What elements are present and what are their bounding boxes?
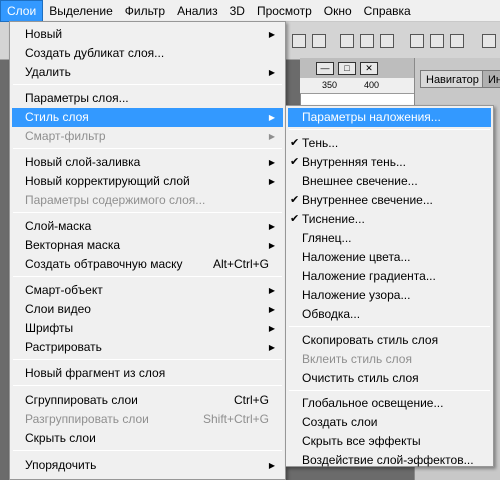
menu-item-delete[interactable]: Удалить ▶ bbox=[12, 63, 283, 82]
menu-item-arrange[interactable]: Упорядочить ▶ bbox=[12, 456, 283, 475]
menu-item-paste-layer-style[interactable]: Вклеить стиль слоя bbox=[288, 350, 491, 369]
menu-separator bbox=[289, 129, 490, 130]
distribute-right-icon[interactable] bbox=[450, 34, 464, 48]
align-top-icon[interactable] bbox=[292, 34, 306, 48]
submenu-arrow-icon: ▶ bbox=[268, 30, 275, 39]
submenu-arrow-icon: ▶ bbox=[268, 158, 275, 167]
menu-separator bbox=[13, 450, 282, 451]
submenu-arrow-icon: ▶ bbox=[268, 324, 275, 333]
ruler-mark: 350 bbox=[322, 80, 338, 90]
menu-item-hide-layers[interactable]: Скрыть слои bbox=[12, 429, 283, 448]
submenu-arrow-icon: ▶ bbox=[268, 343, 275, 352]
menu-item-ungroup-layers[interactable]: Разгруппировать слои Shift+Ctrl+G bbox=[12, 410, 283, 429]
menu-separator bbox=[289, 390, 490, 391]
submenu-arrow-icon: ▶ bbox=[268, 222, 275, 231]
tab-navigator[interactable]: Навигатор bbox=[420, 70, 485, 88]
checkmark-icon: ✔ bbox=[290, 194, 300, 206]
menu-item-smart-object[interactable]: Смарт-объект ▶ bbox=[12, 281, 283, 300]
checkmark-icon: ✔ bbox=[290, 213, 300, 225]
menu-item-inner-glow[interactable]: ✔ Внутреннее свечение... bbox=[288, 191, 491, 210]
maximize-icon[interactable]: □ bbox=[338, 62, 356, 75]
checkmark-icon: ✔ bbox=[290, 156, 300, 168]
align-left-icon[interactable] bbox=[340, 34, 354, 48]
menu-item-stroke[interactable]: Обводка... bbox=[288, 305, 491, 324]
menu-item-new[interactable]: Новый ▶ bbox=[12, 25, 283, 44]
menu-item-blending-options[interactable]: Параметры наложения... bbox=[288, 108, 491, 127]
menu-item-hide-all-effects[interactable]: Скрыть все эффекты bbox=[288, 432, 491, 451]
menu-item-bevel-emboss[interactable]: ✔ Тиснение... bbox=[288, 210, 491, 229]
menu-item-layer-content-options[interactable]: Параметры содержимого слоя... bbox=[12, 191, 283, 210]
menu-item-type[interactable]: Шрифты ▶ bbox=[12, 319, 283, 338]
menu-item-clear-layer-style[interactable]: Очистить стиль слоя bbox=[288, 369, 491, 388]
submenu-arrow-icon: ▶ bbox=[268, 68, 275, 77]
menu-item-layer-style[interactable]: Стиль слоя ▶ bbox=[12, 108, 283, 127]
menu-item-gradient-overlay[interactable]: Наложение градиента... bbox=[288, 267, 491, 286]
menu-item-outer-glow[interactable]: Внешнее свечение... bbox=[288, 172, 491, 191]
menu-separator bbox=[13, 84, 282, 85]
distribute-center-icon[interactable] bbox=[430, 34, 444, 48]
menu-item-color-overlay[interactable]: Наложение цвета... bbox=[288, 248, 491, 267]
menu-item-create-clipping-mask[interactable]: Создать обтравочную маску Alt+Ctrl+G bbox=[12, 255, 283, 274]
close-icon[interactable]: ✕ bbox=[360, 62, 378, 75]
menubar-analysis[interactable]: Анализ bbox=[171, 0, 224, 22]
menubar-3d[interactable]: 3D bbox=[224, 0, 251, 22]
menubar-help[interactable]: Справка bbox=[358, 0, 417, 22]
menu-separator bbox=[13, 385, 282, 386]
menu-item-scale-effects[interactable]: Воздействие слой-эффектов... bbox=[288, 451, 491, 470]
menu-item-video-layers[interactable]: Слои видео ▶ bbox=[12, 300, 283, 319]
menu-item-new-fill-layer[interactable]: Новый слой-заливка ▶ bbox=[12, 153, 283, 172]
checkmark-icon: ✔ bbox=[290, 137, 300, 149]
menu-item-smart-filter[interactable]: Смарт-фильтр ▶ bbox=[12, 127, 283, 146]
distribute-icon[interactable] bbox=[410, 34, 424, 48]
menu-separator bbox=[13, 148, 282, 149]
align-middle-icon[interactable] bbox=[312, 34, 326, 48]
menu-separator bbox=[13, 212, 282, 213]
menu-item-layer-mask[interactable]: Слой-маска ▶ bbox=[12, 217, 283, 236]
menu-separator bbox=[289, 326, 490, 327]
menubar-window[interactable]: Окно bbox=[318, 0, 358, 22]
submenu-arrow-icon: ▶ bbox=[268, 113, 275, 122]
ruler-mark: 400 bbox=[364, 80, 380, 90]
menu-item-new-slice-from-layer[interactable]: Новый фрагмент из слоя bbox=[12, 364, 283, 383]
tab-info[interactable]: Ин bbox=[482, 70, 500, 88]
menu-item-satin[interactable]: Глянец... bbox=[288, 229, 491, 248]
submenu-arrow-icon: ▶ bbox=[268, 286, 275, 295]
menu-item-pattern-overlay[interactable]: Наложение узора... bbox=[288, 286, 491, 305]
menu-item-drop-shadow[interactable]: ✔ Тень... bbox=[288, 134, 491, 153]
menu-item-new-adjustment-layer[interactable]: Новый корректирующий слой ▶ bbox=[12, 172, 283, 191]
menubar-filter[interactable]: Фильтр bbox=[119, 0, 171, 22]
menu-item-copy-layer-style[interactable]: Скопировать стиль слоя bbox=[288, 331, 491, 350]
menubar: Слои Выделение Фильтр Анализ 3D Просмотр… bbox=[0, 0, 500, 22]
align-center-icon[interactable] bbox=[360, 34, 374, 48]
menu-separator bbox=[13, 276, 282, 277]
menu-separator bbox=[13, 359, 282, 360]
submenu-arrow-icon: ▶ bbox=[268, 241, 275, 250]
menubar-select[interactable]: Выделение bbox=[43, 0, 119, 22]
ruler: 350 400 bbox=[300, 78, 420, 94]
align-right-icon[interactable] bbox=[380, 34, 394, 48]
menu-item-group-layers[interactable]: Сгруппировать слои Ctrl+G bbox=[12, 391, 283, 410]
layers-menu: Новый ▶ Создать дубликат слоя... Удалить ▶… bbox=[9, 21, 286, 480]
submenu-arrow-icon: ▶ bbox=[268, 305, 275, 314]
menu-item-inner-shadow[interactable]: ✔ Внутренняя тень... bbox=[288, 153, 491, 172]
menu-item-vector-mask[interactable]: Векторная маска ▶ bbox=[12, 236, 283, 255]
layer-style-submenu: Параметры наложения... ✔ Тень... ✔ Внутрен… bbox=[285, 105, 494, 467]
submenu-arrow-icon: ▶ bbox=[268, 132, 275, 141]
menubar-view[interactable]: Просмотр bbox=[251, 0, 318, 22]
minimize-icon[interactable]: — bbox=[316, 62, 334, 75]
menu-item-global-light[interactable]: Глобальное освещение... bbox=[288, 394, 491, 413]
auto-align-icon[interactable] bbox=[482, 34, 496, 48]
menu-item-duplicate-layer[interactable]: Создать дубликат слоя... bbox=[12, 44, 283, 63]
submenu-arrow-icon: ▶ bbox=[268, 461, 275, 470]
menu-item-rasterize[interactable]: Растрировать ▶ bbox=[12, 338, 283, 357]
menu-item-layer-properties[interactable]: Параметры слоя... bbox=[12, 89, 283, 108]
menu-item-create-layers[interactable]: Создать слои bbox=[288, 413, 491, 432]
submenu-arrow-icon: ▶ bbox=[268, 177, 275, 186]
menubar-layers[interactable]: Слои bbox=[0, 0, 44, 22]
